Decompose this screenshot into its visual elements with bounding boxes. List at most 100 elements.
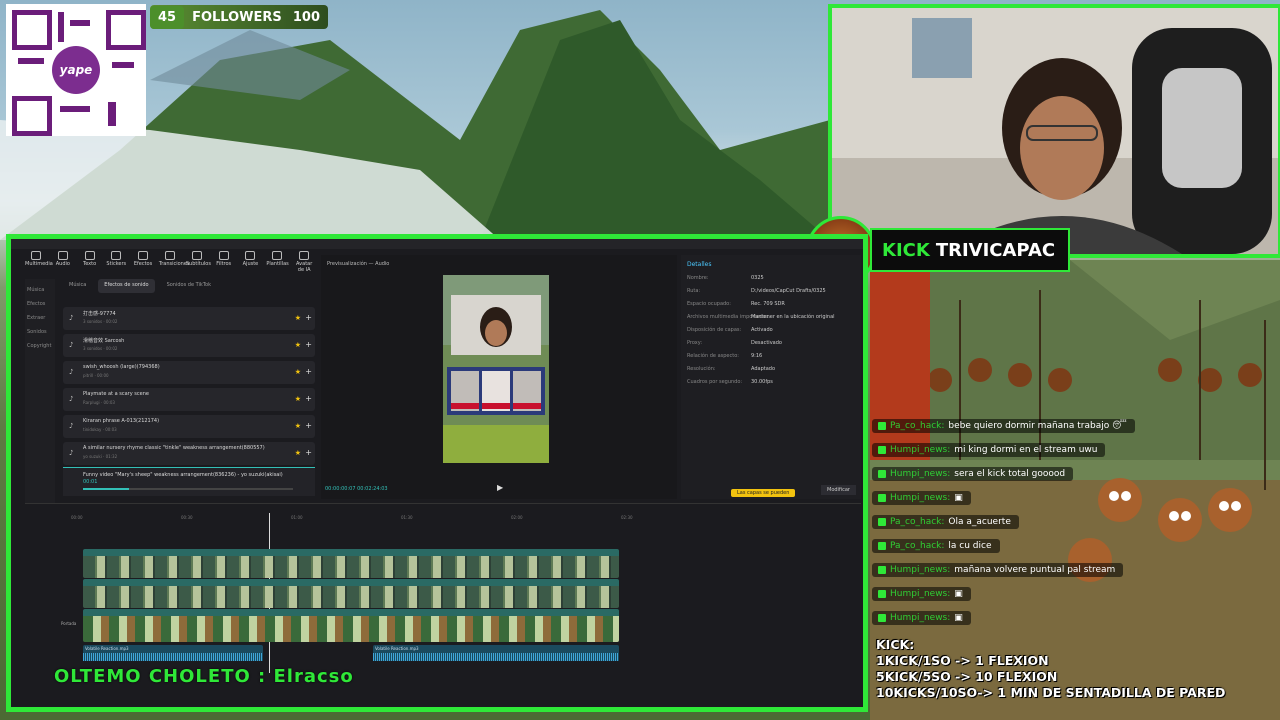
toolbar-item[interactable]: Multimedia [25, 249, 53, 275]
sound-item-name: swish_whoosh (large)(794368) [83, 364, 160, 370]
favorite-star-icon[interactable]: ★ [295, 449, 301, 457]
timeline-ruler[interactable]: 00:00 00:30 01:00 01:30 02:00 02:30 [71, 515, 851, 525]
chat-username: Humpi_news: [890, 613, 951, 623]
left-nav-item[interactable]: Extraer [27, 315, 53, 321]
toolbar-item[interactable]: Avatar de IA [293, 249, 315, 275]
chat-message-bubble: Humpi_news: sera el kick total gooood [872, 467, 1074, 481]
chat-text: ▣ [954, 493, 963, 503]
audio-track-2[interactable]: Volatile Reaction.mp3 [373, 645, 619, 661]
preview-video-frame[interactable] [443, 275, 549, 463]
video-track-2[interactable]: clip_0988888888 .mp4 00:01:38:27 [83, 579, 619, 608]
toolbar-item[interactable]: Efectos [132, 249, 154, 275]
toolbar-item[interactable]: Filtros [213, 249, 235, 275]
favorite-star-icon[interactable]: ★ [295, 368, 301, 376]
chat-text: mañana volvere puntual pal stream [954, 565, 1116, 575]
toolbar-item[interactable]: Plantillas [266, 249, 289, 275]
sound-item-meta: 3 sonidos · 00:02 [83, 319, 118, 324]
music-note-icon: ♪ [69, 314, 74, 322]
details-row: Archivos multimedia importados: Mantener … [687, 314, 857, 320]
sound-tab[interactable]: Música [63, 279, 92, 293]
toolbar-item[interactable]: Subtítulos [186, 249, 211, 275]
sound-tab[interactable]: Efectos de sonido [98, 279, 155, 293]
chat-message: Humpi_news: ▣ [872, 608, 1172, 628]
toolbar-item[interactable]: Ajuste [240, 249, 262, 275]
details-value: 30.00fps [751, 379, 773, 385]
add-icon[interactable]: + [305, 448, 312, 457]
kick-rules-title: KICK: [876, 637, 915, 652]
sound-item[interactable]: ♪ swish_whoosh (large)(794368) pitrill · 0… [63, 361, 315, 384]
music-note-icon: ♪ [69, 449, 74, 457]
sound-item[interactable]: ♪ 滑稽音效 Sarcosh 3 sonidos · 00:02 ★ + [63, 334, 315, 357]
sound-item[interactable]: ♪ 打击感-97774 3 sonidos · 00:02 ★ + [63, 307, 315, 330]
play-icon[interactable]: ▶ [497, 483, 503, 492]
video-track-3[interactable]: cartoon_placement_image_puncapac(capcut.… [83, 609, 619, 642]
left-nav-item[interactable]: Música [27, 287, 53, 293]
toolbar-item-icon [218, 251, 229, 260]
modify-button[interactable]: Modificar [821, 485, 856, 495]
details-value: Rec. 709 SDR [751, 301, 785, 307]
favorite-star-icon[interactable]: ★ [295, 395, 301, 403]
add-icon[interactable]: + [305, 394, 312, 403]
kick-chat-icon [878, 470, 886, 478]
sound-tab[interactable]: Sonidos de TikTok [161, 279, 217, 293]
details-key: Resolución: [687, 366, 716, 372]
chat-username: Pa_co_hack: [890, 517, 945, 527]
left-nav-item[interactable]: Sonidos [27, 329, 53, 335]
now-playing-bar[interactable]: Funny video "Mary's sheep" weakness arra… [63, 467, 315, 496]
webcam-feed [828, 4, 1280, 258]
sound-item-name: 滑稽音效 Sarcosh [83, 338, 125, 344]
toolbar-item[interactable]: Stickers [105, 249, 127, 275]
audio-track-1[interactable]: Volatile Reaction.mp3 [83, 645, 263, 661]
sound-item[interactable]: ♪ Playmate at a scary scene Rarplugi · 00:… [63, 388, 315, 411]
chat-text: sera el kick total gooood [954, 469, 1066, 479]
toolbar-item-label: Audio [55, 261, 70, 267]
details-key: Ruta: [687, 288, 701, 294]
kick-chat-icon [878, 590, 886, 598]
add-icon[interactable]: + [305, 313, 312, 322]
details-row: Espacio ocupado: Rec. 709 SDR [687, 301, 857, 307]
preview-timecode: 00:00:00:07 00:02:24:03 [325, 486, 388, 492]
ruler-tick: 00:00 [71, 515, 83, 520]
preview-frame-image [443, 275, 549, 463]
now-playing-progress[interactable] [83, 488, 293, 490]
details-key: Relación de aspecto: [687, 353, 739, 359]
chat-text: mi king dormi en el stream uwu [954, 445, 1098, 455]
details-value: Mantener en la ubicación original [751, 314, 835, 320]
video-track-1[interactable]: clip_0988888888 .mp4 00:01:38:27 [83, 549, 619, 578]
kick-rules: KICK: 1KICK/1SO -> 1 FLEXION 5KICK/5SO -… [876, 637, 1225, 701]
chat-message: Humpi_news: mi king dormi en el stream uw… [872, 440, 1172, 460]
yape-logo: yape [52, 46, 100, 94]
cover-label[interactable]: Portada [61, 621, 76, 626]
favorite-star-icon[interactable]: ★ [295, 341, 301, 349]
ruler-tick: 01:00 [291, 515, 303, 520]
toolbar-item-label: Stickers [106, 261, 127, 267]
add-icon[interactable]: + [305, 367, 312, 376]
sound-effects-list: ♪ 打击感-97774 3 sonidos · 00:02 ★ + ♪ 滑稽音效 Sarco… [63, 307, 315, 469]
left-nav-item[interactable]: Efectos [27, 301, 53, 307]
chat-message-bubble: Humpi_news: ▣ [872, 611, 971, 625]
sound-tabs: Música Efectos de sonido Sonidos de TikTok [63, 279, 313, 293]
toolbar-item[interactable]: Texto [79, 249, 101, 275]
add-icon[interactable]: + [305, 340, 312, 349]
chat-message-bubble: Pa_co_hack: bebe quiero dormir mañana tra… [872, 419, 1135, 433]
toolbar-item[interactable]: Transiciones [159, 249, 190, 275]
editor-titlebar [11, 239, 863, 249]
chat-message-bubble: Pa_co_hack: la cu dice [872, 539, 1000, 553]
favorite-star-icon[interactable]: ★ [295, 422, 301, 430]
sound-item-meta: 3 sonidos · 00:02 [83, 346, 118, 351]
editor-toolbar: Multimedia Audio Texto Stickers Efectos Trans… [25, 249, 315, 275]
video-track-2-label: clip_0988888888 .mp4 00:01:38:27 [85, 580, 157, 585]
favorite-star-icon[interactable]: ★ [295, 314, 301, 322]
sound-item[interactable]: ♪ A similar nursery rhyme classic "tinkle… [63, 442, 315, 465]
followers-current: 45 [150, 5, 185, 29]
add-icon[interactable]: + [305, 421, 312, 430]
details-value: 0325 [751, 275, 764, 281]
sound-item[interactable]: ♪ Kiraran phrase A-013(212174) tinidokay ·… [63, 415, 315, 438]
toolbar-item[interactable]: Audio [52, 249, 74, 275]
sound-item-name: Kiraran phrase A-013(212174) [83, 418, 160, 424]
kick-brand: KICK [882, 239, 930, 261]
details-value: Desactivado [751, 340, 782, 346]
left-nav-item[interactable]: Copyright [27, 343, 53, 349]
chat-username: Humpi_news: [890, 493, 951, 503]
music-note-icon: ♪ [69, 341, 74, 349]
